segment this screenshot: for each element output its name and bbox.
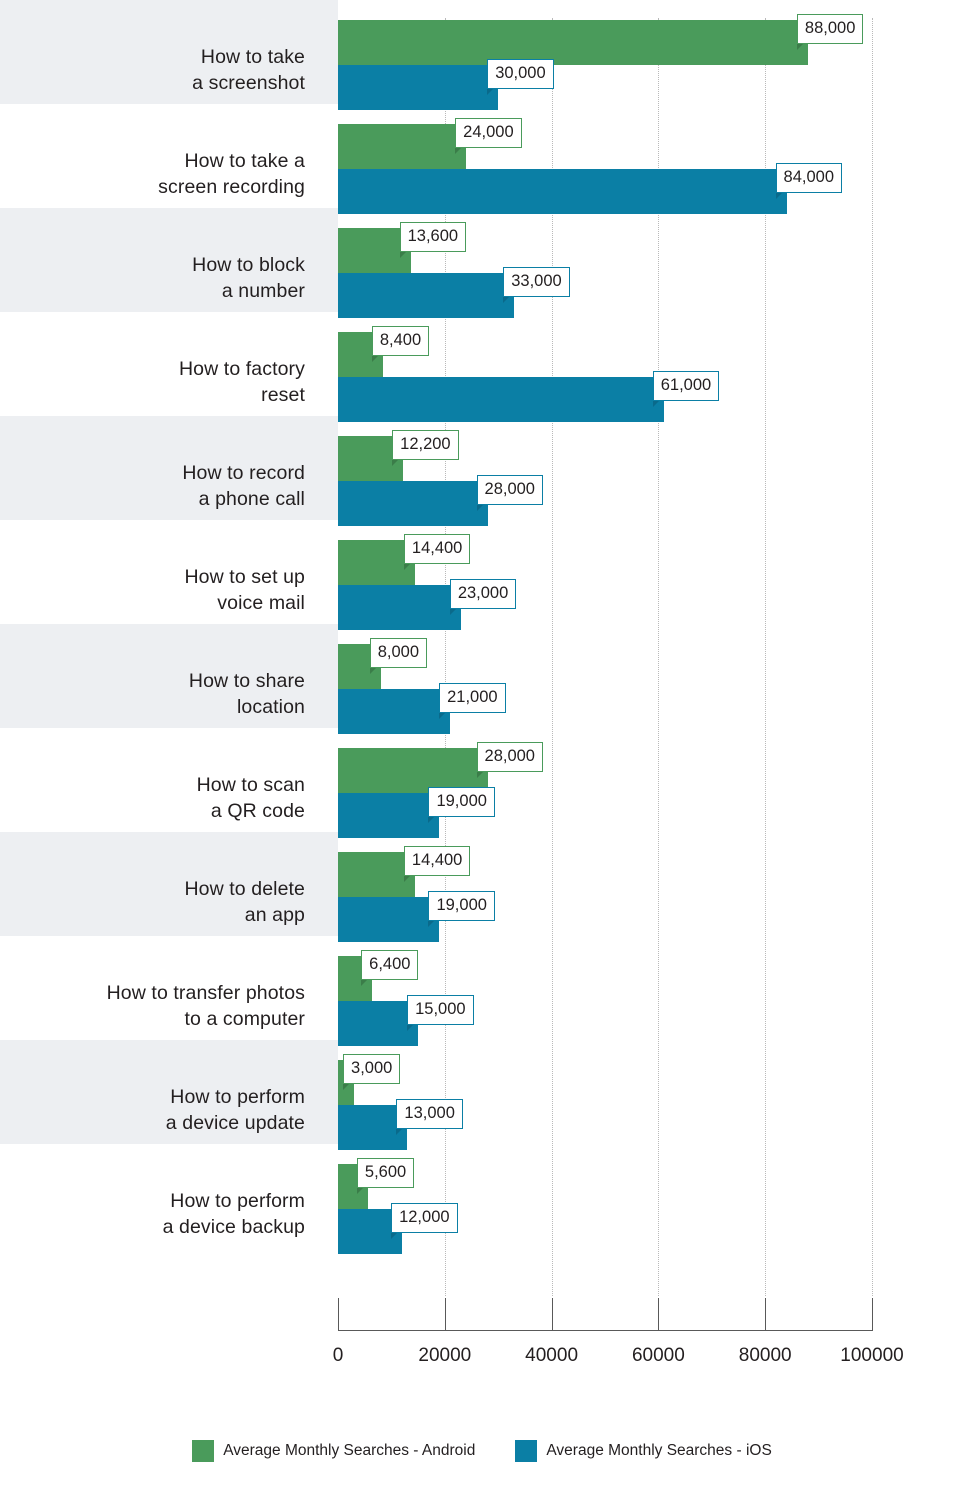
value-label-android: 28,000 [476,742,543,772]
category-axis-labels: How to take a screenshot How to take a sc… [0,18,338,1266]
category-label: How to block a number [192,254,305,302]
value-label-android: 88,000 [796,14,864,44]
x-tick-label: 0 [332,1345,344,1366]
bar-ios [338,689,451,734]
x-axis-tick-labels: 0 20000 40000 60000 80000 100000 [0,1345,964,1375]
bar-android [338,20,808,65]
value-label-ios: 33,000 [503,267,570,297]
value-label-ios: 84,000 [775,163,843,193]
bar-row: 8,000 21,000 [338,638,898,746]
category-label: How to share location [188,670,305,718]
x-axis-tick [338,1298,339,1331]
bar-ios [338,481,488,526]
category-label-row: How to take a screenshot [0,18,338,122]
bar-row: 5,600 12,000 [338,1158,898,1266]
value-label-android: 24,000 [455,118,522,148]
value-label-ios: 21,000 [439,683,506,713]
bar-row: 14,400 23,000 [338,534,898,642]
x-tick-label: 100000 [840,1345,904,1366]
value-label-android: 8,000 [369,638,428,668]
bar-row: 14,400 19,000 [338,846,898,954]
category-label-row: How to block a number [0,226,338,330]
value-label-ios: 15,000 [407,995,474,1025]
x-axis-tick [765,1298,767,1331]
bar-row: 8,400 61,000 [338,326,898,434]
category-label: How to take a screenshot [192,46,305,94]
category-label: How to perform a device backup [162,1190,305,1238]
value-label-android: 13,600 [399,222,467,252]
legend: Average Monthly Searches - Android Averag… [0,1440,964,1462]
bar-row: 88,000 30,000 [338,14,898,122]
value-label-ios: 13,000 [396,1099,463,1129]
x-tick-label: 20000 [418,1345,472,1366]
category-label: How to perform a device update [165,1086,305,1134]
category-label: How to set up voice mail [184,566,305,614]
bar-ios [338,65,499,110]
category-label-row: How to take a screen recording [0,122,338,226]
value-label-android: 6,400 [361,950,419,980]
category-label: How to scan a QR code [196,774,305,822]
x-axis-tick [872,1298,873,1331]
bar-row: 3,000 13,000 [338,1054,898,1162]
x-axis-line [338,1298,873,1331]
bar-ios [338,897,440,942]
value-label-ios: 19,000 [428,787,495,817]
legend-item[interactable]: Average Monthly Searches - Android [192,1440,475,1462]
value-label-android: 14,400 [403,846,471,876]
legend-swatch-icon [515,1440,538,1462]
category-label-row: How to delete an app [0,850,338,954]
bar-row: 24,000 84,000 [338,118,898,226]
legend-swatch-icon [192,1440,215,1462]
legend-item[interactable]: Average Monthly Searches - iOS [515,1440,772,1462]
bar-row: 12,200 28,000 [338,430,898,538]
x-tick-label: 40000 [525,1345,579,1366]
bar-row: 13,600 33,000 [338,222,898,330]
category-label-row: How to set up voice mail [0,538,338,642]
category-label: How to take a screen recording [158,150,305,198]
bar-row: 6,400 15,000 [338,950,898,1058]
value-label-ios: 61,000 [652,371,720,401]
x-tick-label: 60000 [631,1345,685,1366]
bar-ios [338,1001,419,1046]
category-label-row: How to factory reset [0,330,338,434]
x-tick-label: 80000 [738,1345,792,1366]
legend-label: Average Monthly Searches - Android [223,1442,476,1459]
bar-android [338,124,467,169]
value-label-android: 8,400 [371,326,430,356]
x-axis-tick [551,1298,553,1331]
category-label-row: How to perform a device backup [0,1162,338,1266]
category-label: How to factory reset [178,358,305,406]
category-label: How to record a phone call [182,462,305,510]
bar-row: 28,000 19,000 [338,742,898,850]
value-label-android: 5,600 [356,1158,415,1188]
category-label: How to transfer photos to a computer [106,982,305,1030]
category-label-row: How to share location [0,642,338,746]
bar-ios [338,377,664,422]
bar-ios [338,585,461,630]
category-label-row: How to scan a QR code [0,746,338,850]
horizontal-bar-chart: How to take a screenshot How to take a sc… [0,0,964,1500]
category-label-row: How to perform a device update [0,1058,338,1162]
value-label-ios: 12,000 [391,1203,458,1233]
x-axis-tick [658,1298,660,1331]
value-label-ios: 30,000 [487,59,554,89]
category-label-row: How to record a phone call [0,434,338,538]
x-axis-tick [444,1298,446,1331]
bar-ios [338,273,515,318]
bar-ios [338,793,440,838]
bar-rows: 88,000 30,000 24,000 84,000 13,600 33,000 8,40… [338,14,898,1266]
value-label-android: 12,200 [392,430,459,460]
value-label-android: 14,400 [403,534,471,564]
category-label: How to delete an app [184,878,305,926]
value-label-ios: 23,000 [449,579,517,609]
category-label-row: How to transfer photos to a computer [0,954,338,1058]
legend-label: Average Monthly Searches - iOS [546,1442,772,1459]
value-label-ios: 19,000 [428,891,495,921]
bar-ios [338,169,787,214]
value-label-android: 3,000 [343,1054,401,1084]
value-label-ios: 28,000 [476,475,543,505]
